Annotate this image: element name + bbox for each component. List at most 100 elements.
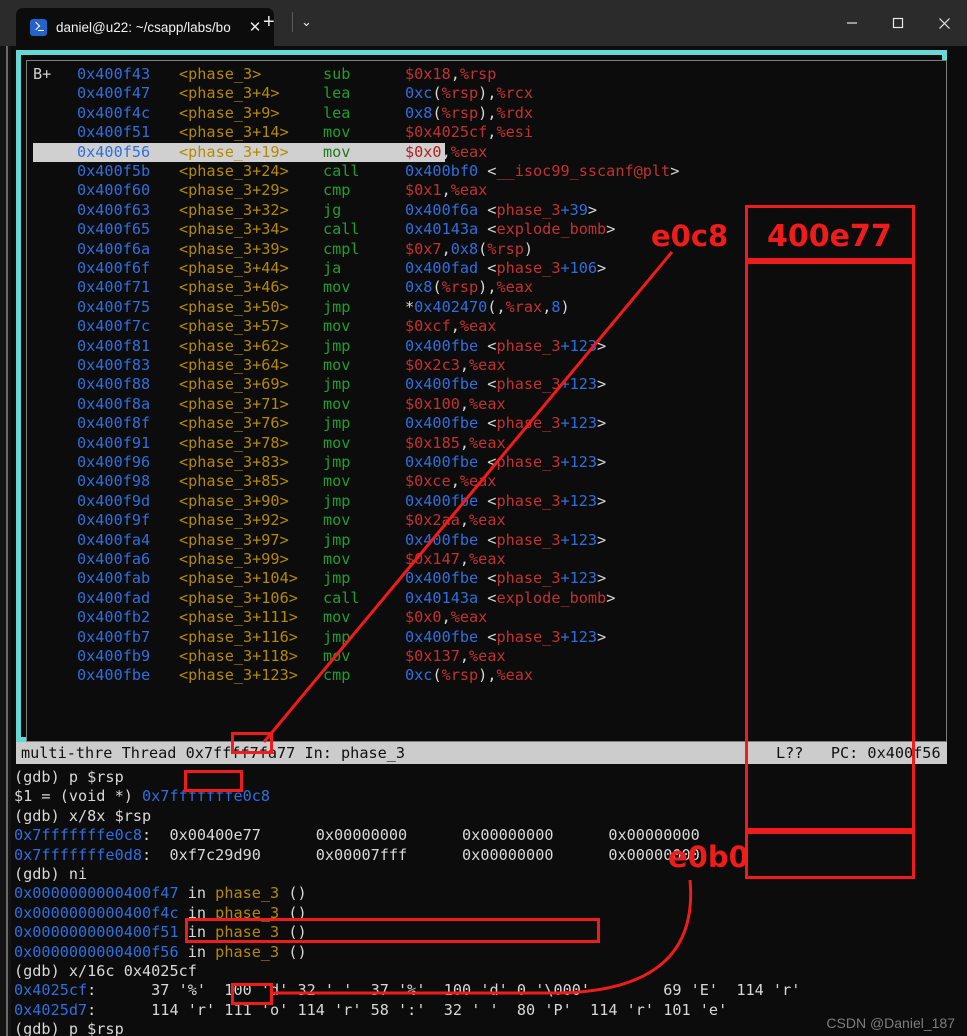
instruction-mnemonic: ja bbox=[323, 259, 342, 277]
operand-token: > bbox=[597, 375, 607, 394]
instruction-symbol: <phase_3+99> bbox=[179, 550, 289, 568]
instruction-address: 0x400f91 bbox=[77, 433, 151, 452]
instruction-mnemonic: jg bbox=[323, 200, 342, 219]
operand-token: ) bbox=[478, 666, 488, 685]
instruction-address: 0x400fb2 bbox=[77, 608, 151, 627]
breakpoint-marker bbox=[33, 317, 77, 336]
operand-token: > bbox=[597, 627, 607, 646]
breakpoint-marker bbox=[33, 569, 77, 588]
operand-token: phase_3 bbox=[496, 259, 561, 277]
operand-token: , bbox=[441, 142, 451, 161]
operand-token: $0x0 bbox=[405, 142, 442, 161]
operand-token: < bbox=[478, 627, 497, 646]
instruction-mnemonic: call bbox=[323, 220, 360, 239]
breakpoint-marker bbox=[33, 162, 77, 181]
instruction-symbol: <phase_3+4> bbox=[179, 84, 280, 103]
disassembly-pane[interactable]: B+ 0x400f43 <phase_3> sub $0x18,%rsp 0x400f… bbox=[26, 60, 947, 742]
operand-token: +123 bbox=[560, 530, 598, 549]
instruction-address: 0x400f83 bbox=[77, 356, 151, 374]
breakpoint-marker bbox=[33, 201, 77, 220]
breakpoint-marker bbox=[33, 298, 77, 317]
console-line: 0x0000000000400f4c in phase_3 () bbox=[14, 904, 964, 923]
operand-token: 0x40143a bbox=[405, 588, 479, 607]
instruction-address: 0x400f6a bbox=[77, 239, 151, 258]
breakpoint-marker bbox=[33, 395, 77, 414]
instruction-operands: $0x100,%eax bbox=[405, 395, 506, 413]
operand-token: 0x400fbe bbox=[405, 375, 479, 394]
disassembly-line: 0x400f8a <phase_3+71> mov $0x100,%eax bbox=[33, 395, 506, 414]
instruction-mnemonic: mov bbox=[323, 394, 351, 413]
console-line: 0x7fffffffe0d8: 0xf7c29d90 0x00007fff 0x… bbox=[14, 846, 964, 865]
instruction-operands: 0x400fbe <phase_3+123> bbox=[405, 453, 606, 471]
operand-token: %rsp bbox=[441, 666, 479, 685]
operand-token: +123 bbox=[560, 453, 598, 471]
operand-token: 0x400fbe bbox=[405, 336, 479, 355]
console-line: 0x4025d7: 114 'r' 111 'o' 114 'r' 58 ':'… bbox=[14, 1001, 964, 1020]
breakpoint-marker bbox=[33, 123, 77, 142]
gdb-status-line: multi-thre Thread 0x7ffff7fa77 In: phase… bbox=[16, 742, 947, 764]
disassembly-line: 0x400f7c <phase_3+57> mov $0xcf,%eax bbox=[33, 317, 496, 336]
maximize-button[interactable] bbox=[875, 0, 921, 46]
operand-token: > bbox=[606, 220, 616, 239]
operand-token: , bbox=[441, 608, 451, 627]
operand-token: < bbox=[478, 530, 497, 549]
instruction-address: 0x400fa4 bbox=[77, 530, 151, 549]
operand-token: , bbox=[496, 297, 506, 316]
breakpoint-marker bbox=[33, 337, 77, 356]
terminal-tab[interactable]: daniel@u22: ~/csapp/labs/bo ✕ bbox=[16, 8, 275, 46]
console-address: 0x4025d7 bbox=[14, 1000, 88, 1019]
close-button[interactable] bbox=[921, 0, 967, 46]
breakpoint-marker bbox=[33, 472, 77, 491]
instruction-operands: $0x0,%eax bbox=[405, 143, 487, 161]
disassembly-line: 0x400f6f <phase_3+44> ja 0x400fad <phase_3+… bbox=[33, 259, 606, 278]
operand-token: ) bbox=[560, 297, 570, 316]
operand-token: %eax bbox=[459, 472, 497, 491]
breakpoint-marker bbox=[33, 550, 77, 569]
instruction-symbol: <phase_3+116> bbox=[179, 627, 298, 646]
operand-token: %eax bbox=[469, 433, 506, 452]
operand-token: 0x8 bbox=[450, 239, 479, 258]
operand-token: explode_bomb bbox=[496, 588, 607, 607]
breakpoint-marker bbox=[33, 608, 77, 627]
operand-token: , bbox=[459, 647, 470, 665]
window-controls bbox=[829, 0, 967, 46]
terminal-body[interactable]: B+ 0x400f43 <phase_3> sub $0x18,%rsp 0x400f… bbox=[0, 46, 967, 1036]
operand-token: < bbox=[478, 588, 497, 607]
disassembly-line: 0x400f6a <phase_3+39> cmpl $0x7,0x8(%rsp) bbox=[33, 240, 533, 259]
instruction-mnemonic: jmp bbox=[323, 414, 351, 433]
disassembly-line: 0x400f8f <phase_3+76> jmp 0x400fbe <phase_3… bbox=[33, 414, 606, 433]
operand-token: $0x2aa bbox=[405, 511, 460, 530]
instruction-symbol: <phase_3+106> bbox=[179, 588, 298, 607]
instruction-address: 0x400f43 bbox=[77, 65, 151, 83]
instruction-symbol: <phase_3+9> bbox=[179, 103, 280, 122]
operand-token: > bbox=[597, 491, 607, 510]
disassembly-line: 0x400f5b <phase_3+24> call 0x400bf0 <__isoc… bbox=[33, 162, 679, 181]
operand-token: %eax bbox=[496, 278, 534, 297]
operand-token: 0x400fbe bbox=[405, 530, 479, 549]
breakpoint-marker bbox=[33, 220, 77, 239]
operand-token: , bbox=[441, 239, 451, 258]
instruction-address: 0x400f7c bbox=[77, 317, 151, 336]
instruction-address: 0x400f9f bbox=[77, 511, 151, 530]
terminal-left-gutter bbox=[0, 46, 11, 1036]
disassembly-line: 0x400f4c <phase_3+9> lea 0x8(%rsp),%rdx bbox=[33, 104, 533, 123]
tab-menu-chevron-down-icon[interactable]: ⌄ bbox=[301, 15, 312, 28]
instruction-mnemonic: lea bbox=[323, 84, 351, 103]
operand-token: phase_3 bbox=[496, 375, 561, 394]
instruction-operands: $0xce,%eax bbox=[405, 472, 496, 490]
operand-token: 0x400fad bbox=[405, 259, 479, 277]
operand-token: +123 bbox=[560, 375, 598, 394]
operand-token: phase_3 bbox=[496, 491, 561, 510]
minimize-button[interactable] bbox=[829, 0, 875, 46]
instruction-symbol: <phase_3+97> bbox=[179, 530, 289, 549]
gdb-console[interactable]: (gdb) p $rsp $1 = (void *) 0x7fffffffe0c8… bbox=[14, 768, 964, 1036]
instruction-symbol: <phase_3+46> bbox=[179, 278, 289, 297]
operand-token: $0x18 bbox=[405, 65, 451, 83]
instruction-address: 0x400f4c bbox=[77, 103, 151, 122]
console-address: 0x0000000000400f4c bbox=[14, 903, 179, 922]
instruction-address: 0x400fb7 bbox=[77, 627, 151, 646]
instruction-operands: 0x400fbe <phase_3+123> bbox=[405, 337, 606, 355]
new-tab-button[interactable]: + bbox=[263, 12, 275, 32]
instruction-address: 0x400f63 bbox=[77, 200, 151, 219]
operand-token: phase_3 bbox=[496, 627, 561, 646]
